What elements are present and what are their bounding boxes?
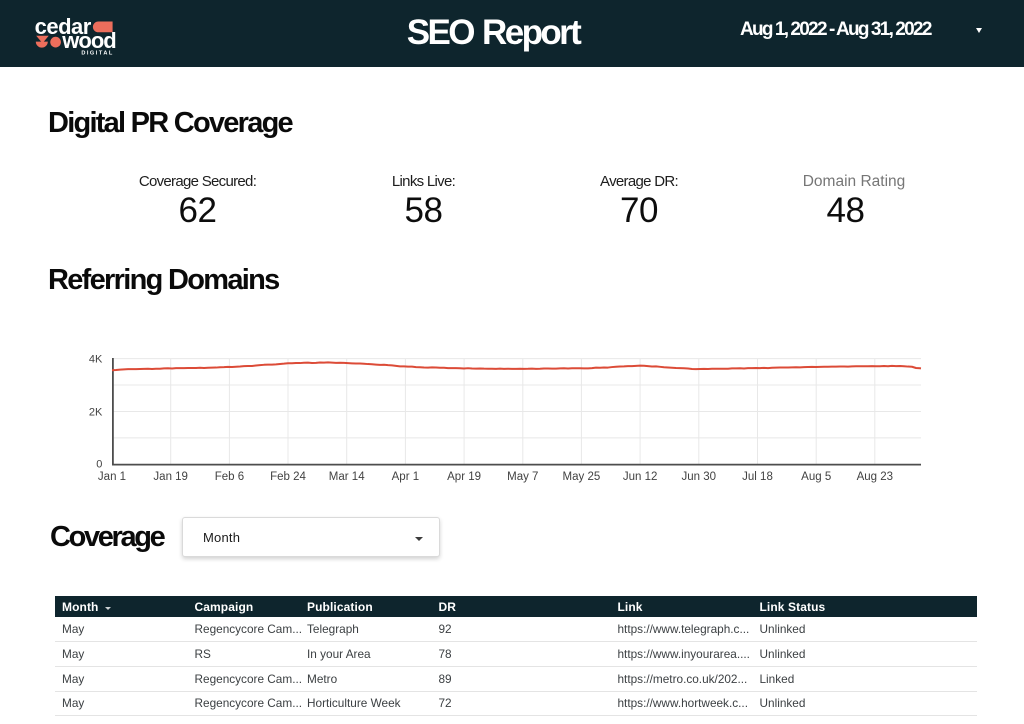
svg-text:Jul 18: Jul 18 <box>742 471 773 483</box>
svg-text:Jun 30: Jun 30 <box>682 471 717 483</box>
svg-text:Feb 6: Feb 6 <box>215 471 244 483</box>
svg-text:Aug 23: Aug 23 <box>857 471 893 483</box>
svg-text:Apr 1: Apr 1 <box>392 471 420 483</box>
svg-text:wood: wood <box>61 28 115 53</box>
svg-text:2K: 2K <box>89 407 103 419</box>
svg-text:0: 0 <box>96 458 102 470</box>
svg-text:Jun 12: Jun 12 <box>623 471 658 483</box>
svg-text:Feb 24: Feb 24 <box>270 471 306 483</box>
svg-text:May 25: May 25 <box>563 471 601 483</box>
svg-text:Aug 5: Aug 5 <box>801 471 831 483</box>
svg-text:4K: 4K <box>89 354 103 366</box>
svg-text:DIGITAL: DIGITAL <box>81 50 113 55</box>
svg-text:Apr 19: Apr 19 <box>447 471 481 483</box>
svg-text:Jan 19: Jan 19 <box>153 471 188 483</box>
svg-text:May 7: May 7 <box>507 471 538 483</box>
svg-text:Mar 14: Mar 14 <box>329 471 365 483</box>
svg-text:Jan 1: Jan 1 <box>98 471 126 483</box>
